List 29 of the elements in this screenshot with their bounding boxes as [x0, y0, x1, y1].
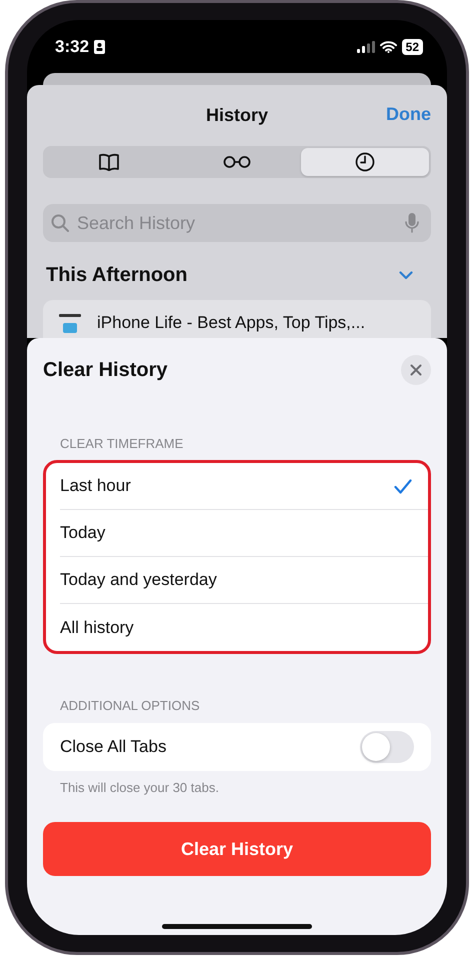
book-icon — [98, 153, 120, 171]
battery-level: 52 — [402, 38, 423, 54]
option-label: Close All Tabs — [60, 737, 166, 757]
site-favicon-icon — [57, 311, 83, 335]
timeframe-option[interactable]: Today and yesterday — [60, 557, 428, 604]
toggle-switch[interactable] — [360, 731, 414, 763]
sheet-title: History — [206, 104, 268, 126]
clear-history-button[interactable]: Clear History — [43, 822, 431, 876]
search-icon — [51, 214, 69, 232]
timeframe-option[interactable]: Last hour — [60, 463, 428, 510]
section-title: This Afternoon — [46, 264, 188, 286]
history-item[interactable]: iPhone Life - Best Apps, Top Tips,... — [43, 300, 431, 338]
wifi-icon — [380, 40, 397, 52]
clock-icon — [355, 152, 375, 172]
contact-card-icon — [94, 40, 106, 54]
group-label: CLEAR TIMEFRAME — [59, 436, 184, 452]
timeframe-option[interactable]: Today — [60, 510, 428, 557]
close-button[interactable] — [401, 355, 431, 385]
group-label: ADDITIONAL OPTIONS — [59, 698, 201, 714]
close-icon — [410, 364, 422, 376]
footnote: This will close your 30 tabs. — [59, 780, 220, 795]
status-time: 3:32 — [55, 36, 90, 56]
search-field[interactable]: Search History — [43, 204, 431, 242]
signal-icon — [356, 40, 375, 52]
history-tab[interactable] — [301, 148, 429, 176]
timeframe-option[interactable]: All history — [60, 604, 428, 651]
chevron-icon[interactable] — [399, 270, 413, 280]
glasses-icon — [223, 156, 251, 168]
sheet-title: Clear History — [43, 358, 168, 382]
